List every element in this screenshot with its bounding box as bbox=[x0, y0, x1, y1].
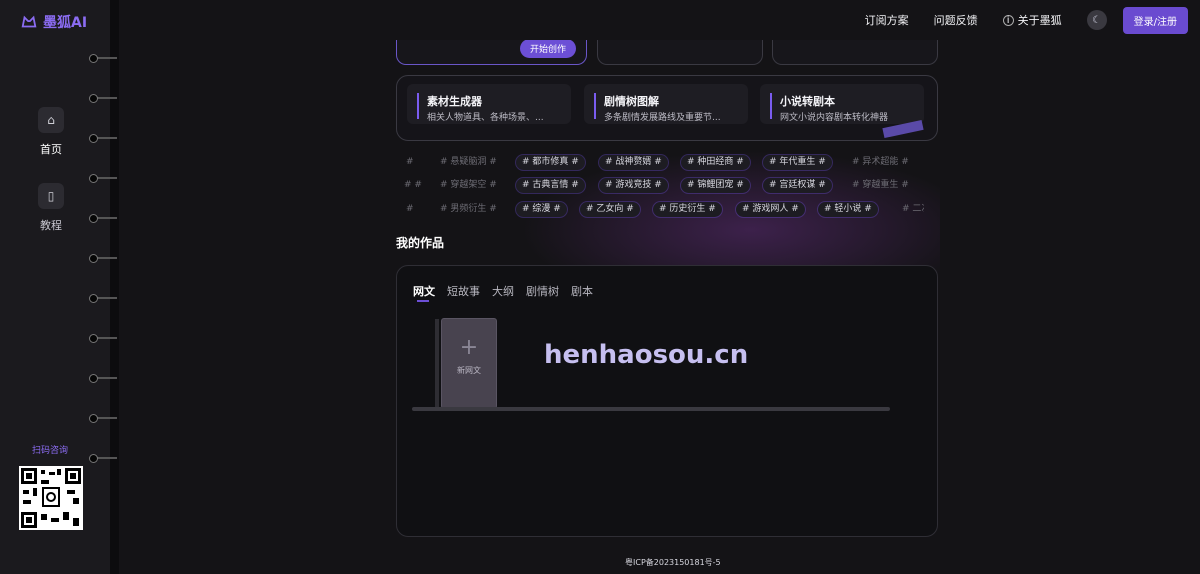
tools-panel: 素材生成器 相关人物道具、各种场景、... 剧情树图解 多条剧情发展路线及重要节… bbox=[396, 75, 938, 141]
tool-desc: 多条剧情发展路线及重要节... bbox=[604, 113, 721, 123]
tab-script[interactable]: 剧本 bbox=[571, 283, 593, 299]
genre-tag[interactable]: # 古典言情 # bbox=[516, 178, 585, 193]
home-icon: ⌂ bbox=[38, 107, 64, 133]
genre-tag[interactable]: # 历史衍生 # bbox=[653, 202, 722, 217]
qr-label: 扫码咨询 bbox=[32, 446, 69, 456]
notebook-spine bbox=[110, 0, 119, 574]
new-web-novel-button[interactable]: + 新网文 bbox=[441, 318, 497, 409]
sidebar-item-home[interactable]: ⌂ 首页 bbox=[30, 107, 72, 157]
plus-icon: + bbox=[459, 335, 479, 360]
ring-decoration bbox=[89, 174, 117, 183]
book-spine bbox=[435, 319, 439, 408]
new-web-novel-label: 新网文 bbox=[457, 366, 481, 375]
start-create-button[interactable]: 开始创作 bbox=[519, 39, 576, 58]
genre-tag[interactable]: # 穿越重生 # bbox=[846, 178, 915, 193]
genre-tags: # # 悬疑脑洞 # # 都市修真 # # 战神赘婿 # # 种田经商 # # … bbox=[396, 153, 924, 223]
genre-tag[interactable]: # 锦鲤团宠 # bbox=[681, 178, 750, 193]
works-panel: 网文 短故事 大纲 剧情树 剧本 + 新网文 bbox=[396, 265, 938, 537]
icp-footer[interactable]: 粤ICP备2023150181号-5 bbox=[625, 557, 721, 568]
genre-tag[interactable]: # 年代重生 # bbox=[763, 155, 832, 170]
ring-decoration bbox=[89, 374, 117, 383]
watermark-text: henhaosou.cn bbox=[544, 340, 749, 370]
sidebar-item-tutorial[interactable]: ▯ 教程 bbox=[30, 183, 72, 233]
sidebar-item-label: 首页 bbox=[40, 143, 62, 156]
info-icon: i bbox=[1002, 14, 1014, 26]
tool-card-plot-tree[interactable]: 剧情树图解 多条剧情发展路线及重要节... bbox=[584, 84, 748, 124]
moon-icon[interactable]: ☾ bbox=[1086, 10, 1107, 30]
genre-tag: # # bbox=[404, 180, 422, 190]
bookshelf bbox=[412, 407, 890, 411]
login-button[interactable]: 登录/注册 bbox=[1122, 6, 1188, 34]
tab-web-novel[interactable]: 网文 bbox=[413, 283, 435, 302]
genre-tag[interactable]: # 综漫 # bbox=[516, 202, 567, 217]
about-label: 关于墨狐 bbox=[1017, 14, 1062, 27]
works-section-title: 我的作品 bbox=[396, 236, 445, 250]
ring-decoration bbox=[89, 294, 117, 303]
genre-tag[interactable]: # 悬疑脑洞 # bbox=[434, 155, 503, 170]
sidebar: 墨狐AI ⌂ 首页 ▯ 教程 扫码咨询 bbox=[0, 0, 110, 574]
genre-tag[interactable]: # 宫廷权谋 # bbox=[763, 178, 832, 193]
tool-title: 小说转剧本 bbox=[780, 95, 835, 108]
logo-text: 墨狐AI bbox=[43, 15, 88, 31]
genre-tag[interactable]: # 种田经商 # bbox=[681, 155, 750, 170]
feedback-link[interactable]: 问题反馈 bbox=[934, 12, 978, 28]
tool-title: 素材生成器 bbox=[427, 95, 482, 108]
about-link[interactable]: i 关于墨狐 bbox=[1002, 12, 1062, 28]
top-nav: 订阅方案 问题反馈 i 关于墨狐 ☾ 登录/注册 bbox=[865, 0, 1200, 40]
genre-tag[interactable]: # 战神赘婿 # bbox=[599, 155, 668, 170]
sidebar-item-label: 教程 bbox=[40, 219, 62, 232]
genre-tag[interactable]: # 游戏网人 # bbox=[736, 202, 805, 217]
ring-decoration bbox=[89, 54, 117, 63]
tool-card-novel-to-script[interactable]: 小说转剧本 网文小说内容剧本转化神器 bbox=[760, 84, 924, 124]
tool-desc: 网文小说内容剧本转化神器 bbox=[780, 113, 889, 123]
genre-tag[interactable]: # 男频衍生 # bbox=[434, 202, 503, 217]
ring-decoration bbox=[89, 134, 117, 143]
subscribe-link[interactable]: 订阅方案 bbox=[865, 12, 909, 28]
tab-plot-tree[interactable]: 剧情树 bbox=[526, 283, 559, 299]
top-bar: 订阅方案 问题反馈 i 关于墨狐 ☾ 登录/注册 bbox=[119, 0, 1200, 40]
genre-tag[interactable]: # 异术超能 # bbox=[846, 155, 915, 170]
genre-tag[interactable]: # 二次 bbox=[896, 202, 924, 217]
genre-tag[interactable]: # 穿越架空 # bbox=[434, 178, 503, 193]
ring-decoration bbox=[89, 254, 117, 263]
logo[interactable]: 墨狐AI bbox=[20, 12, 87, 32]
ring-decoration bbox=[89, 454, 117, 463]
tool-card-material[interactable]: 素材生成器 相关人物道具、各种场景、... bbox=[407, 84, 571, 124]
qr-code bbox=[19, 466, 83, 530]
genre-tag[interactable]: # 都市修真 # bbox=[516, 155, 585, 170]
genre-tag: # bbox=[406, 204, 414, 214]
tool-title: 剧情树图解 bbox=[604, 95, 659, 108]
genre-tag[interactable]: # 轻小说 # bbox=[818, 202, 878, 217]
works-tabs: 网文 短故事 大纲 剧情树 剧本 bbox=[413, 283, 593, 302]
tab-short-story[interactable]: 短故事 bbox=[447, 283, 480, 299]
genre-tag[interactable]: # 乙女向 # bbox=[580, 202, 640, 217]
genre-tag[interactable]: # 游戏竞技 # bbox=[599, 178, 668, 193]
genre-tag: # bbox=[406, 157, 414, 167]
fox-logo-icon bbox=[21, 15, 37, 28]
tab-outline[interactable]: 大纲 bbox=[492, 283, 514, 299]
ring-decoration bbox=[89, 334, 117, 343]
tool-desc: 相关人物道具、各种场景、... bbox=[427, 113, 544, 123]
ring-decoration bbox=[89, 94, 117, 103]
ring-decoration bbox=[89, 214, 117, 223]
book-icon: ▯ bbox=[38, 183, 64, 209]
ring-decoration bbox=[89, 414, 117, 423]
